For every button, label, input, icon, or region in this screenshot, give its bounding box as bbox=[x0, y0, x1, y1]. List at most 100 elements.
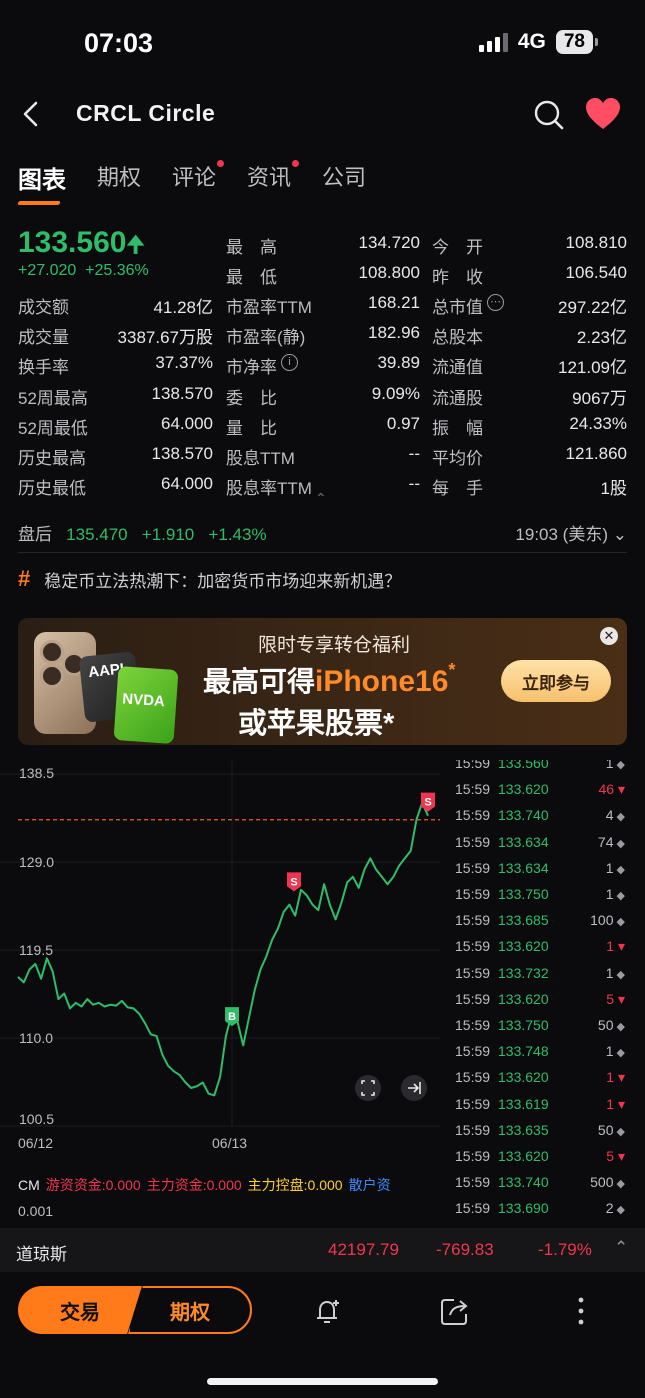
stat-label: 最 高 bbox=[226, 238, 277, 257]
svg-text:S: S bbox=[290, 876, 297, 888]
y-tick-label: 100.5 bbox=[19, 1111, 54, 1127]
stat-value: 24.33% bbox=[569, 414, 627, 433]
search-icon[interactable] bbox=[532, 98, 566, 132]
tick-volume: 5 bbox=[606, 1148, 615, 1164]
cm-indicator[interactable]: CM 游资资金:0.000 主力资金:0.000 主力控盘:0.000 散户资 bbox=[18, 1175, 397, 1195]
tick-time: 15:59 bbox=[455, 781, 491, 798]
stat-value: 182.96 bbox=[368, 323, 420, 342]
stat-label: 历史最低 bbox=[18, 479, 86, 498]
stock-title: CRCL Circle bbox=[76, 100, 216, 126]
tab-options[interactable]: 期权 bbox=[97, 160, 141, 195]
tab-chart[interactable]: 图表 bbox=[18, 160, 66, 195]
favorite-heart-icon[interactable] bbox=[584, 97, 622, 131]
tab-bar: 图表 期权 评论 资讯 公司 bbox=[18, 160, 366, 195]
divider bbox=[18, 552, 627, 553]
stat-label: 股息率TTM bbox=[226, 479, 312, 498]
stat-label: 振 幅 bbox=[432, 419, 483, 438]
tick-row: 15:59 133.620 1 ▾ bbox=[440, 1069, 635, 1095]
after-hours-row[interactable]: 盘后 135.470 +1.910 +1.43% bbox=[18, 520, 267, 545]
back-arrow-icon[interactable] bbox=[18, 98, 48, 130]
trade-ticks-list[interactable]: 15:59 133.560 1 ◆ 15:59 133.620 46 ▾ 15:59 133.… bbox=[440, 760, 645, 1222]
tick-volume: 1 bbox=[606, 1069, 615, 1086]
tick-time: 15:59 bbox=[455, 938, 491, 955]
tick-row: 15:59 133.750 1 ◆ bbox=[440, 886, 635, 912]
last-price: 133.560🠉 bbox=[18, 226, 145, 259]
share-icon[interactable] bbox=[440, 1296, 470, 1326]
options-button[interactable]: 期权 bbox=[128, 1286, 252, 1334]
tick-price: 133.634 bbox=[498, 859, 549, 876]
down-triangle-icon: ▾ bbox=[614, 1095, 625, 1112]
stat-value: 106.540 bbox=[565, 263, 627, 282]
alert-bell-icon[interactable] bbox=[312, 1296, 344, 1328]
tick-time: 15:59 bbox=[455, 990, 491, 1007]
tick-price: 133.732 bbox=[498, 964, 549, 981]
close-icon[interactable]: ✕ bbox=[600, 627, 618, 645]
status-time: 07:03 bbox=[84, 28, 154, 58]
tab-comments[interactable]: 评论 bbox=[172, 160, 225, 195]
down-triangle-icon: ▾ bbox=[614, 938, 625, 955]
after-hours-time[interactable]: 19:03 (美东) ⌄ bbox=[515, 520, 627, 545]
neutral-diamond-icon: ◆ bbox=[613, 760, 625, 771]
stat-label: 52周最高 bbox=[18, 389, 88, 408]
news-headline[interactable]: # 稳定币立法热潮下：加密货币市场迎来新机遇？ bbox=[18, 566, 401, 592]
info-icon[interactable]: ⋯ bbox=[487, 294, 504, 311]
stat-value: -- bbox=[408, 474, 420, 493]
index-ticker-bar[interactable]: 道琼斯 42197.79 -769.83 -1.79% ⌃ bbox=[0, 1228, 645, 1272]
more-icon[interactable] bbox=[572, 1296, 590, 1326]
tab-news[interactable]: 资讯 bbox=[247, 160, 300, 195]
indicator-value: 游资资金:0.000 bbox=[45, 1177, 141, 1193]
tick-price: 133.634 bbox=[498, 833, 549, 850]
tick-time: 15:59 bbox=[455, 912, 491, 929]
tick-time: 15:59 bbox=[455, 886, 491, 902]
banner-subtitle: 限时专享转仓福利 bbox=[258, 635, 411, 656]
hashtag-icon: # bbox=[18, 566, 31, 591]
tick-volume: 46 bbox=[598, 781, 615, 798]
home-indicator[interactable] bbox=[207, 1378, 438, 1385]
intraday-chart[interactable]: 138.5 129.0 119.5 110.0 100.5 06/12 06/13 S S B bbox=[0, 760, 440, 1150]
stat-label: 今 开 bbox=[432, 238, 483, 257]
tick-volume: 1 bbox=[606, 1095, 615, 1112]
price-line bbox=[17, 801, 429, 1097]
up-arrow-icon: 🠉 bbox=[126, 232, 145, 257]
stat-label: 历史最高 bbox=[18, 449, 86, 468]
stat-value: 138.570 bbox=[151, 384, 213, 403]
sell-marker[interactable]: S bbox=[421, 792, 435, 812]
stat-value: 39.89 bbox=[377, 353, 420, 372]
sell-marker[interactable]: S bbox=[287, 872, 301, 892]
stat-value: 138.570 bbox=[151, 444, 213, 463]
tick-row: 15:59 133.634 1 ◆ bbox=[440, 860, 635, 886]
tab-company[interactable]: 公司 bbox=[322, 160, 366, 195]
expand-icon[interactable] bbox=[355, 1075, 381, 1101]
tick-row: 15:59 133.748 1 ◆ bbox=[440, 1043, 635, 1069]
scroll-to-end-icon[interactable] bbox=[401, 1075, 427, 1101]
tick-time: 15:59 bbox=[455, 859, 491, 876]
neutral-diamond-icon: ◆ bbox=[613, 837, 625, 850]
tick-price: 133.620 bbox=[498, 938, 549, 955]
stat-value: -- bbox=[408, 444, 420, 463]
stat-value: 2.23亿 bbox=[576, 328, 627, 347]
info-icon[interactable]: i bbox=[281, 354, 298, 371]
promo-banner[interactable]: AAPL NVDA 限时专享转仓福利 最高可得iPhone16* 或苹果股票* … bbox=[18, 618, 627, 745]
stat-value: 0.97 bbox=[386, 414, 420, 433]
stat-label: 52周最低 bbox=[18, 419, 88, 438]
stat-value: 168.21 bbox=[368, 293, 420, 312]
indicator-axis-value: 0.001 bbox=[18, 1203, 54, 1219]
tick-volume: 100 bbox=[590, 912, 614, 929]
neutral-diamond-icon: ◆ bbox=[613, 890, 625, 902]
tick-volume: 50 bbox=[597, 1121, 614, 1138]
stat-label: 昨 收 bbox=[432, 268, 483, 287]
y-tick-label: 129.0 bbox=[19, 854, 54, 870]
collapse-caret-icon[interactable]: ⌃ bbox=[315, 490, 327, 507]
stat-value: 3387.67万股 bbox=[117, 328, 213, 347]
tick-price: 133.685 bbox=[498, 912, 549, 929]
stat-value: 297.22亿 bbox=[558, 298, 627, 317]
tick-price: 133.750 bbox=[498, 886, 549, 902]
tick-price: 133.750 bbox=[498, 1017, 549, 1033]
trade-button[interactable]: 交易 bbox=[18, 1286, 142, 1334]
notification-dot bbox=[292, 160, 300, 167]
tick-price: 133.740 bbox=[498, 1174, 549, 1191]
index-value: 42197.79 bbox=[328, 1240, 399, 1259]
tick-row: 15:59 133.690 2 ◆ bbox=[440, 1200, 635, 1222]
tick-price: 133.748 bbox=[498, 1043, 549, 1060]
join-now-button[interactable]: 立即参与 bbox=[501, 660, 611, 702]
